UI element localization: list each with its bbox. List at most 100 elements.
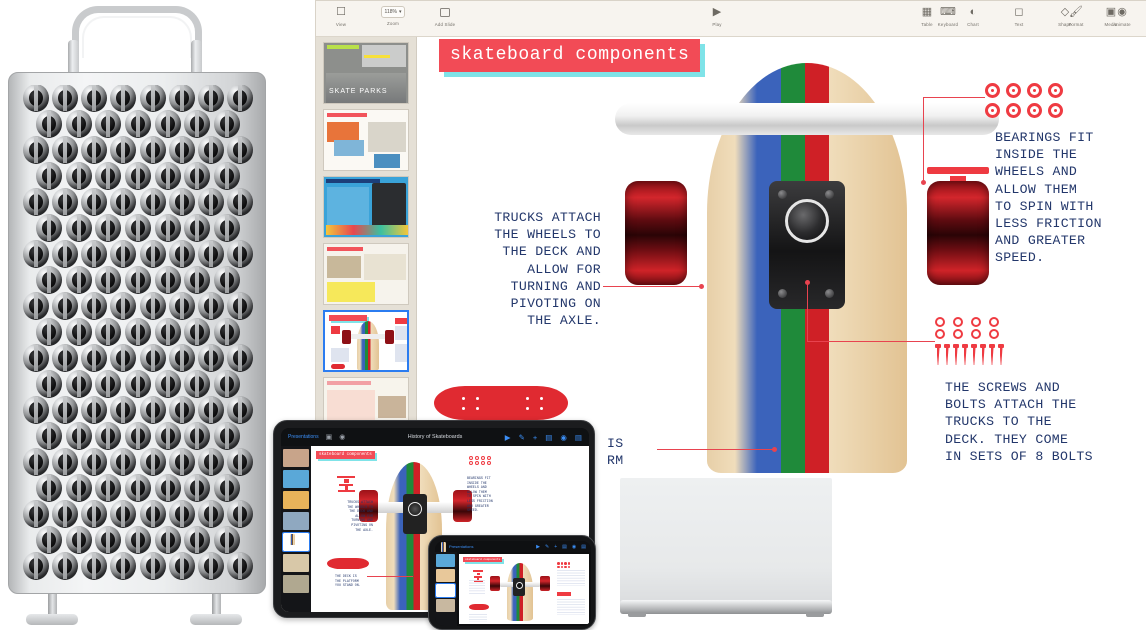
more-icon[interactable]: ◉	[572, 544, 576, 550]
pen-icon[interactable]: ✎	[519, 433, 525, 442]
leader-line-deck	[657, 449, 775, 450]
add-slide-button[interactable]: Add Slide	[428, 6, 462, 27]
iphone-back-button[interactable]: Presentations	[449, 544, 473, 549]
mac-pro-foot-right	[190, 594, 242, 625]
mac-pro-lattice-row	[23, 344, 253, 372]
play-icon[interactable]: ▶	[536, 544, 540, 550]
leader-line-bearings-v	[923, 97, 924, 183]
mac-pro-lattice-hole	[213, 162, 240, 190]
mac-pro-lattice-hole	[154, 214, 181, 242]
ipad-thumbnail[interactable]	[283, 470, 309, 488]
mac-pro-lattice-hole	[154, 370, 181, 398]
format-icon[interactable]: ▤	[581, 544, 586, 550]
iphone-slide-canvas[interactable]: skateboard components	[459, 554, 589, 624]
mac-pro-lattice-hole	[197, 85, 224, 112]
slide-navigator[interactable]: SKATE PARKS 5 6 7	[316, 37, 417, 473]
mac-pro-lattice-hole	[124, 422, 151, 450]
format-button[interactable]: 🖌 Format	[1059, 6, 1093, 28]
truck-axle	[615, 103, 999, 135]
mac-pro-lattice	[23, 85, 253, 583]
ipad-thumbnail[interactable]	[283, 491, 309, 509]
pen-icon[interactable]: ✎	[545, 544, 549, 550]
more-icon[interactable]: ◉	[560, 433, 567, 442]
ipad-thumbnail-selected[interactable]	[282, 532, 310, 552]
view-button[interactable]: ☐ View	[324, 6, 358, 28]
mac-pro-lattice-hole	[95, 214, 122, 242]
mac-pro-lattice-hole	[65, 526, 92, 554]
slide-thumbnail[interactable]: 7	[323, 176, 409, 238]
mac-pro-lattice-hole	[139, 85, 166, 112]
mac-pro-lattice-hole	[65, 422, 92, 450]
insert-icon[interactable]: ▤	[562, 544, 567, 550]
mac-pro-lattice-hole	[139, 448, 166, 476]
view-icon: ☐	[336, 6, 346, 18]
add-icon[interactable]: +	[554, 544, 557, 550]
annotation-trucks[interactable]: TRUCKS ATTACH THE WHEELS TO THE DECK AND…	[431, 209, 601, 329]
zoom-pill[interactable]: 118% ▾	[380, 6, 406, 18]
ipad-slide-title: skateboard components	[316, 451, 375, 459]
text-label: Text	[1014, 22, 1024, 27]
ipad-thumbnail[interactable]	[283, 575, 309, 593]
mac-pro-lattice-hole	[52, 448, 79, 476]
play-icon: ▶	[712, 6, 722, 18]
leader-line-screws	[807, 341, 935, 342]
add-icon[interactable]: +	[533, 433, 537, 442]
mac-pro-lattice-hole	[168, 448, 195, 476]
text-button[interactable]: ◻ Text	[1002, 6, 1036, 28]
mac-pro-lattice-hole	[95, 422, 122, 450]
mac-pro-lattice-hole	[124, 110, 151, 138]
annotation-deck[interactable]: IS RM	[607, 435, 667, 469]
mac-pro-lattice-hole	[23, 292, 49, 320]
ipad-thumbnail[interactable]	[283, 554, 309, 572]
annotation-bearings[interactable]: BEARINGS FIT INSIDE THE WHEELS AND ALLOW…	[995, 129, 1145, 267]
iphone-thumbnail[interactable]	[436, 569, 455, 582]
mac-pro-lattice-hole	[184, 474, 211, 502]
animate-button[interactable]: ◉ Animate	[1105, 6, 1139, 28]
display-stand	[620, 478, 832, 624]
iphone-slide-navigator[interactable]	[435, 542, 457, 626]
ipad-back-button[interactable]: Presentations	[288, 434, 319, 440]
iphone-thumbnail[interactable]	[436, 554, 455, 567]
annotation-screws[interactable]: THE SCREWS AND BOLTS ATTACH THE TRUCKS T…	[945, 379, 1145, 465]
ipad-slide-navigator[interactable]	[281, 446, 311, 612]
mac-pro-lattice-hole	[110, 240, 137, 268]
mac-pro-lattice-row	[23, 162, 253, 190]
slide-thumbnail[interactable]: SKATE PARKS 5	[323, 42, 409, 104]
format-icon[interactable]: ▤	[575, 433, 582, 442]
mac-pro-lattice-hole	[52, 240, 79, 268]
iphone-thumbnail-selected[interactable]	[435, 542, 456, 598]
slide-canvas[interactable]: skateboard components TRUCKS ATTACH THE …	[417, 37, 1146, 473]
mac-pro-lattice-hole	[95, 266, 122, 294]
play-icon[interactable]: ▶	[505, 433, 511, 442]
mac-pro-lattice-hole	[184, 318, 211, 346]
help-icon[interactable]: ◉	[339, 433, 345, 441]
mac-pro-lattice-hole	[110, 292, 137, 320]
mac-pro-lattice-hole	[65, 266, 92, 294]
mac-pro-lattice-hole	[124, 214, 151, 242]
iphone-body: skateboard components	[435, 542, 591, 626]
ipad-thumbnail[interactable]	[283, 449, 309, 467]
mac-pro-lattice-hole	[23, 85, 49, 112]
keyboard-button[interactable]: ⌨ Keyboard	[926, 6, 970, 28]
mac-pro-lattice-hole	[110, 552, 137, 580]
slide-thumbnail[interactable]: 8	[323, 243, 409, 305]
mac-pro-lattice-hole	[213, 266, 240, 294]
chevron-down-icon: ▾	[398, 9, 402, 15]
mac-pro-lattice-hole	[124, 162, 151, 190]
slide-title[interactable]: skateboard components	[439, 39, 701, 72]
animate-label: Animate	[1113, 22, 1131, 27]
slide-thumbnail-selected[interactable]: 9	[323, 310, 409, 372]
slide-thumbnail[interactable]: 6	[323, 109, 409, 171]
iphone-thumbnail[interactable]	[436, 599, 455, 612]
mac-pro-lattice-hole	[139, 136, 166, 164]
stand-foot-right	[806, 612, 824, 617]
zoom-control[interactable]: 118% ▾ Zoom	[372, 6, 414, 26]
mac-pro-lattice-hole	[110, 188, 137, 216]
play-button[interactable]: ▶ Play	[700, 6, 734, 28]
iphone-screen[interactable]: Presentations ▶ ✎ + ▤ ◉ ▤ skateboard com…	[435, 541, 591, 626]
insert-icon[interactable]: ▤	[545, 433, 552, 442]
mac-pro-lattice-hole	[139, 292, 166, 320]
sidebar-icon[interactable]: ▣	[326, 433, 333, 441]
mac-pro-lattice-hole	[81, 292, 108, 320]
ipad-thumbnail[interactable]	[283, 512, 309, 530]
